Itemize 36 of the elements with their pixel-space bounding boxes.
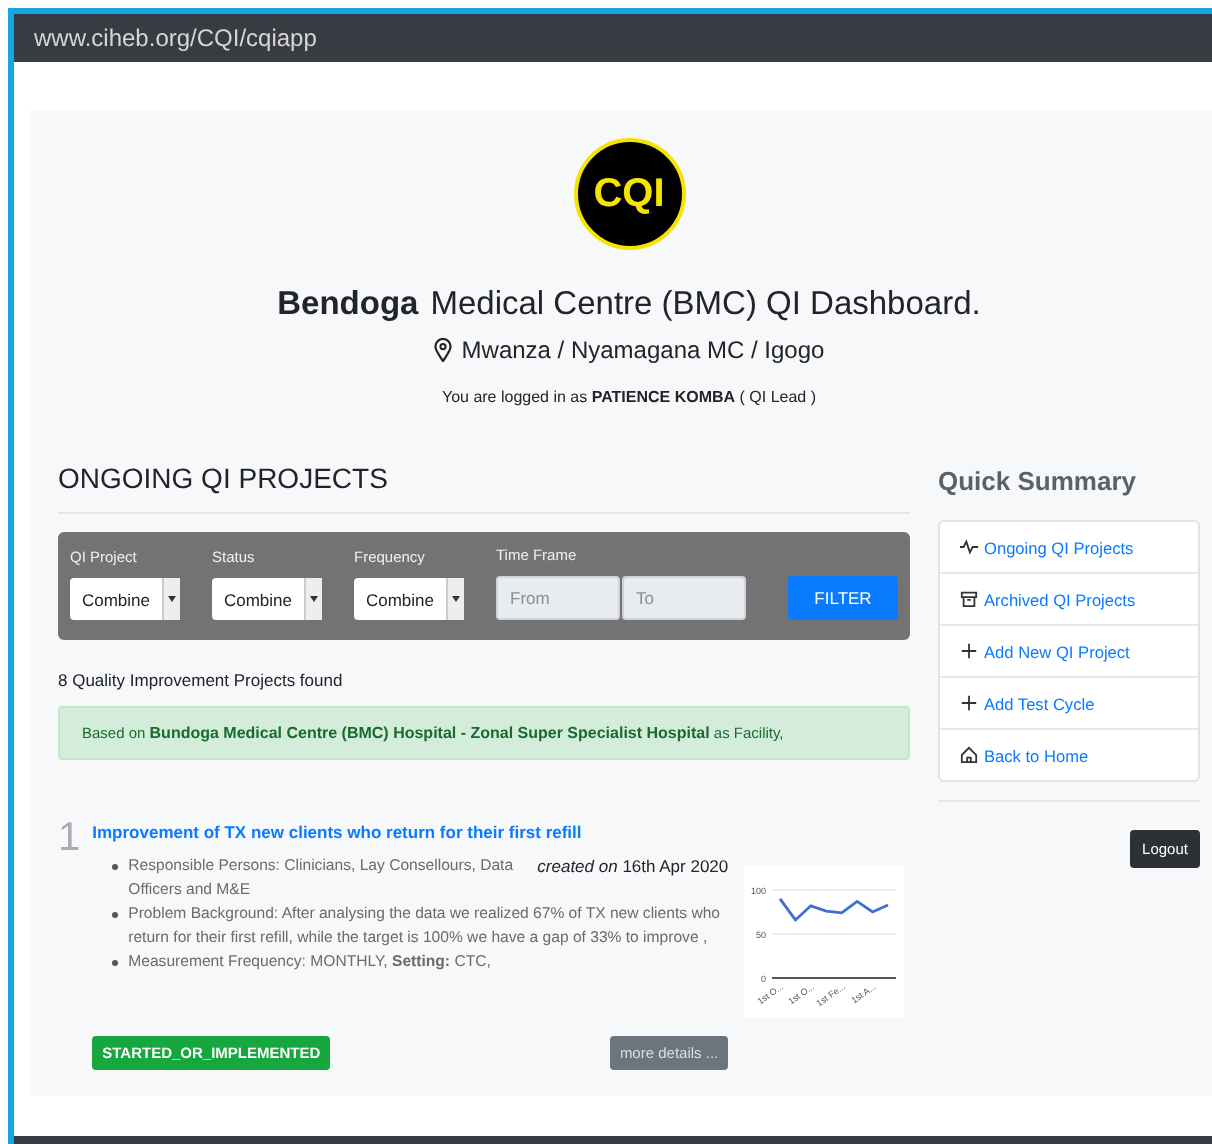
filter-dropdown[interactable]: Combine: [70, 578, 180, 620]
bullet-icon: [112, 960, 119, 966]
caret-icon: [452, 596, 460, 602]
caret-icon: [310, 596, 318, 602]
quick-link[interactable]: Back to Home: [940, 730, 1198, 780]
to-date-field[interactable]: To: [622, 576, 746, 620]
address-bar[interactable]: www.ciheb.org/CQI/cqiapp: [14, 14, 1212, 62]
archive-box-icon: [960, 590, 978, 608]
quick-link[interactable]: Add Test Cycle: [940, 678, 1198, 730]
dashboard-title: Medical Centre (BMC) QI Dashboard.: [430, 286, 981, 324]
cqi-logo: CQI: [573, 138, 685, 250]
location-pin-icon: [433, 338, 452, 362]
filter-button[interactable]: FILTER: [788, 576, 898, 620]
plus-icon: [960, 694, 978, 712]
bullet-icon: [112, 864, 119, 870]
quick-link[interactable]: Archived QI Projects: [940, 574, 1198, 626]
line-series: [779, 897, 889, 922]
results-count: 8 Quality Improvement Projects found: [58, 670, 345, 690]
location-text: Mwanza / Nyamagana MC / Igogo: [461, 336, 825, 364]
section-title: ONGOING QI PROJECTS: [58, 462, 910, 514]
filter-dropdown[interactable]: Combine: [354, 578, 464, 620]
bullet-icon: [112, 912, 119, 918]
plus-icon: [960, 642, 978, 660]
home-icon: [960, 746, 978, 764]
project-title-link[interactable]: Improvement of TX new clients who return for their first refill: [92, 822, 582, 842]
from-date-field[interactable]: From: [496, 576, 620, 620]
activity-icon: [960, 538, 978, 556]
quick-link[interactable]: Add New QI Project: [940, 626, 1198, 678]
quick-link[interactable]: Ongoing QI Projects: [940, 522, 1198, 574]
project-number: 1: [58, 814, 81, 864]
caret-icon: [168, 596, 176, 602]
facility-name: Bendoga: [277, 286, 419, 324]
created-date: created on 16th Apr 2020: [537, 854, 729, 878]
quick-summary-title: Quick Summary: [938, 466, 1138, 496]
login-info: You are logged in as PATIENCE KOMBA ( QI Lead ): [441, 388, 817, 406]
filter-dropdown[interactable]: Combine: [212, 578, 322, 620]
